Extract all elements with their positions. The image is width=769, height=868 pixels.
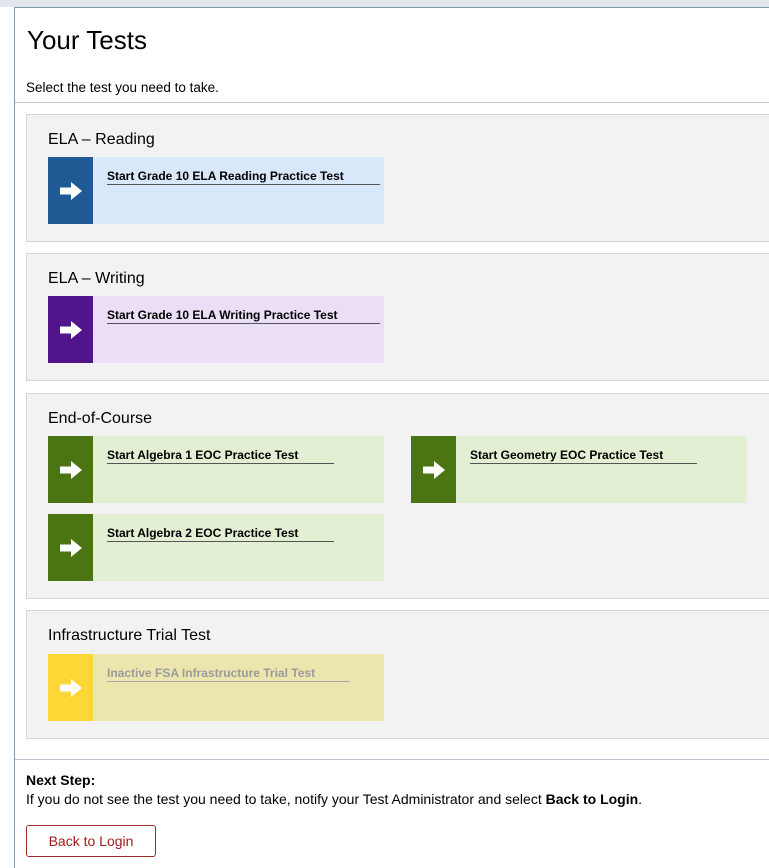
test-label[interactable]: Start Grade 10 ELA Reading Practice Test [107, 170, 380, 185]
start-algebra-1-test-button[interactable]: Start Algebra 1 EOC Practice Test [48, 436, 384, 503]
next-step-heading: Next Step: [26, 772, 96, 788]
arrow-right-icon [48, 296, 93, 363]
test-label: Inactive FSA Infrastructure Trial Test [107, 667, 350, 682]
group-title: End-of-Course [48, 410, 153, 427]
arrow-right-icon [411, 436, 456, 503]
arrow-right-icon [48, 157, 93, 224]
page-subtitle: Select the test you need to take. [26, 80, 219, 95]
header-divider [15, 102, 769, 103]
start-geometry-test-button[interactable]: Start Geometry EOC Practice Test [411, 436, 747, 503]
start-ela-reading-test-button[interactable]: Start Grade 10 ELA Reading Practice Test [48, 157, 384, 224]
tests-page: Your Tests Select the test you need to t… [14, 7, 769, 868]
group-title: Infrastructure Trial Test [48, 627, 211, 644]
start-ela-writing-test-button[interactable]: Start Grade 10 ELA Writing Practice Test [48, 296, 384, 363]
inactive-infrastructure-test-button: Inactive FSA Infrastructure Trial Test [48, 654, 384, 721]
test-label[interactable]: Start Algebra 2 EOC Practice Test [107, 527, 334, 542]
back-to-login-button[interactable]: Back to Login [26, 825, 156, 857]
top-bar [0, 0, 769, 7]
test-label[interactable]: Start Geometry EOC Practice Test [470, 449, 697, 464]
group-title: ELA – Reading [48, 131, 155, 148]
arrow-right-icon [48, 654, 93, 721]
arrow-right-icon [48, 436, 93, 503]
next-step-instructions: If you do not see the test you need to t… [26, 791, 643, 807]
footer-divider [15, 759, 769, 760]
test-label[interactable]: Start Grade 10 ELA Writing Practice Test [107, 309, 380, 324]
page-title: Your Tests [27, 25, 147, 55]
arrow-right-icon [48, 514, 93, 581]
group-ela-reading: ELA – Reading Start Grade 10 ELA Reading… [26, 114, 769, 242]
group-infrastructure-trial: Infrastructure Trial Test Inactive FSA I… [26, 610, 769, 739]
group-title: ELA – Writing [48, 270, 145, 287]
group-ela-writing: ELA – Writing Start Grade 10 ELA Writing… [26, 253, 769, 381]
group-end-of-course: End-of-Course Start Algebra 1 EOC Practi… [26, 393, 769, 599]
test-label[interactable]: Start Algebra 1 EOC Practice Test [107, 449, 334, 464]
start-algebra-2-test-button[interactable]: Start Algebra 2 EOC Practice Test [48, 514, 384, 581]
